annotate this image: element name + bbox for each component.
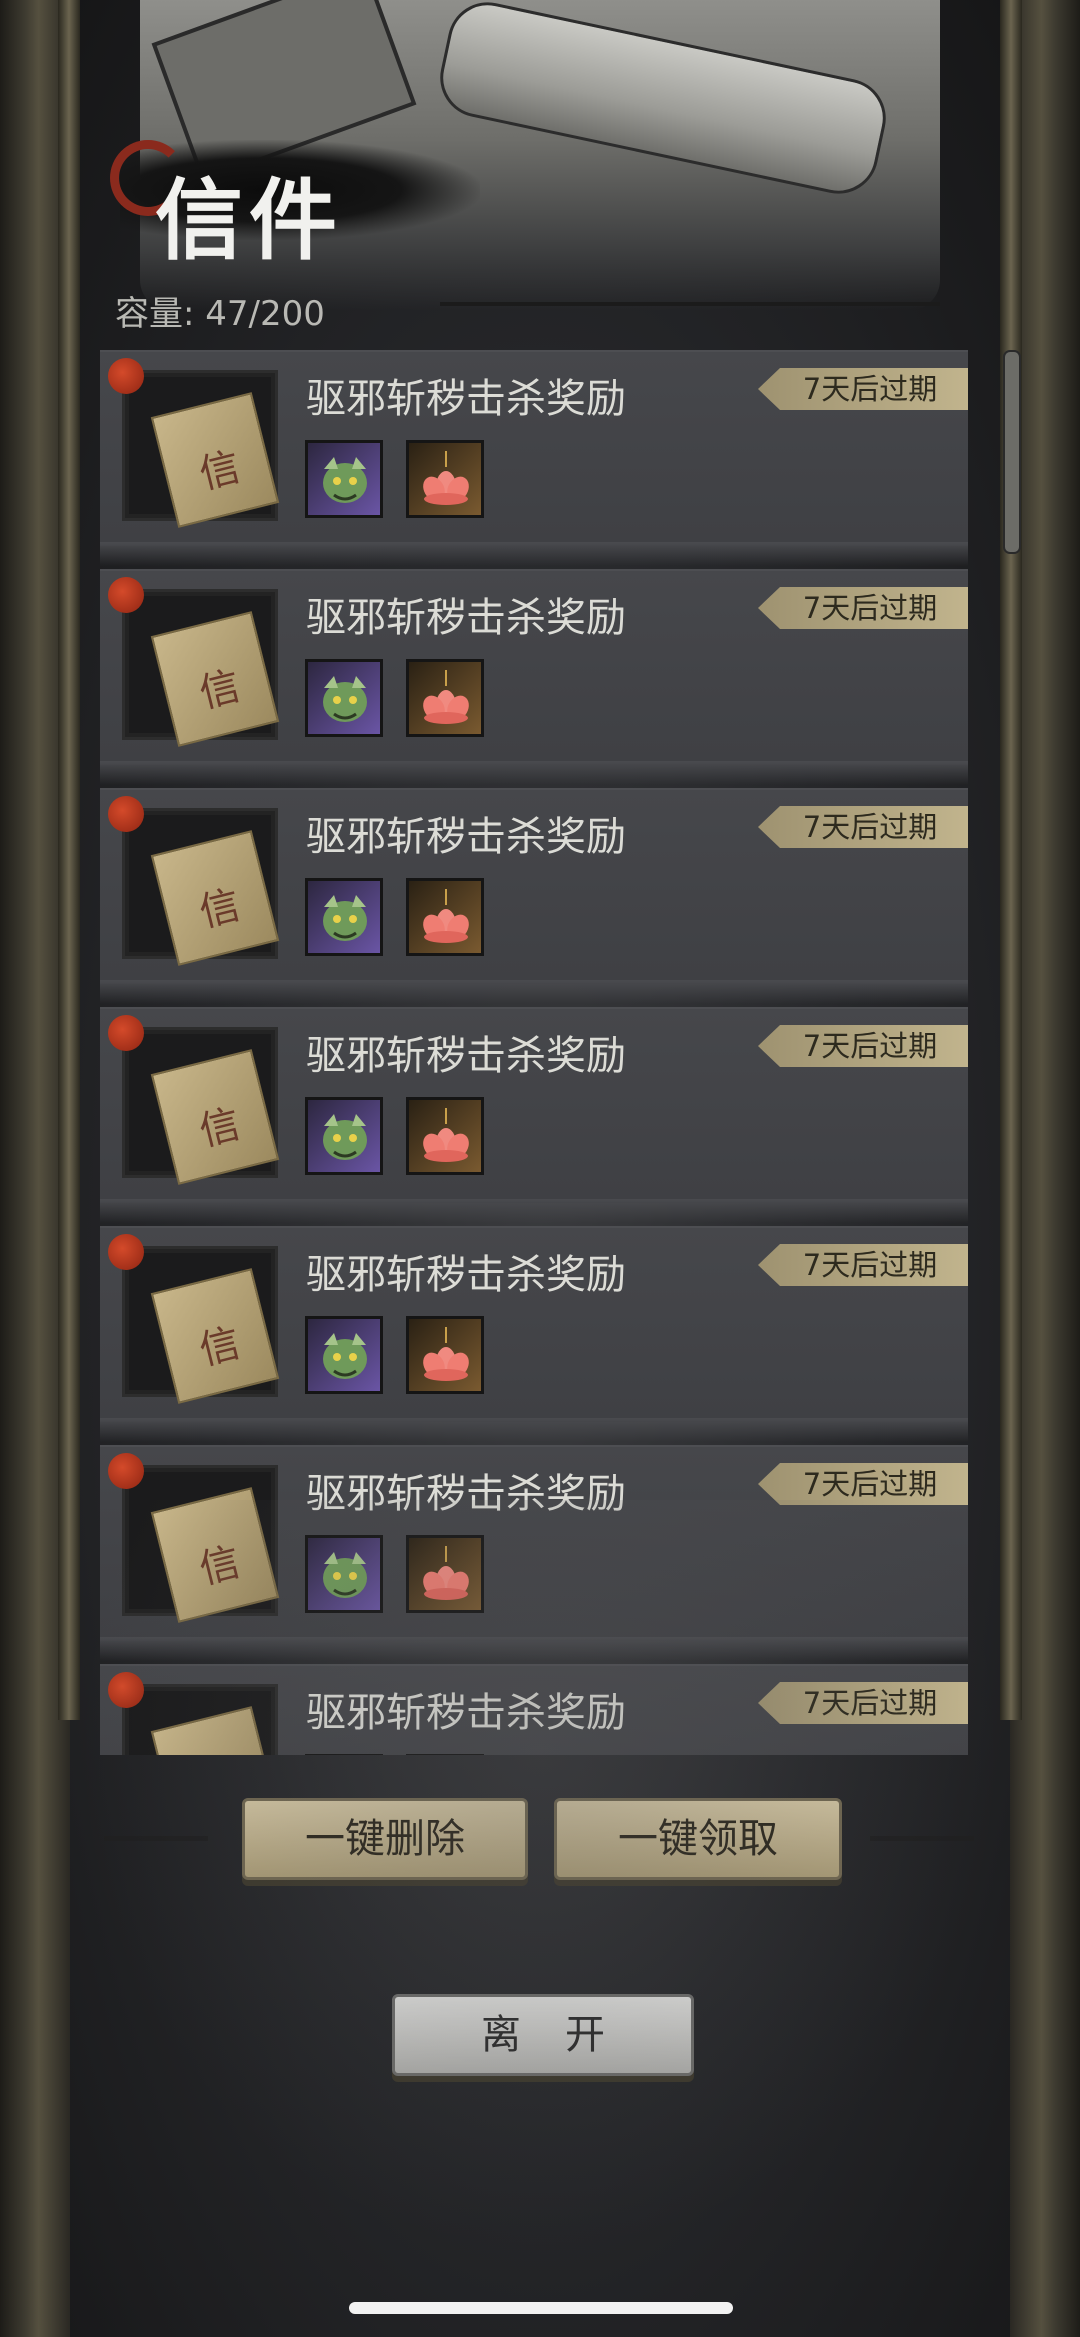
expiry-badge: 7天后过期 <box>758 587 968 629</box>
mail-title: 驱邪斩秽击杀奖励 <box>306 1033 626 1079</box>
dragon-mask-icon <box>323 895 367 941</box>
dragon-mask-icon <box>323 457 367 503</box>
left-pillar-inner <box>58 0 80 1720</box>
unread-seal-icon <box>108 358 144 394</box>
unread-seal-icon <box>108 1672 144 1708</box>
mail-item[interactable]: 驱邪斩秽击杀奖励 7天后过期 <box>100 788 968 1004</box>
expiry-badge: 7天后过期 <box>758 806 968 848</box>
lotus-icon <box>423 1108 469 1162</box>
dragon-mask-icon <box>323 676 367 722</box>
mail-title: 驱邪斩秽击杀奖励 <box>306 595 626 641</box>
delete-all-button[interactable]: 一键删除 <box>242 1798 528 1880</box>
header-divider <box>440 302 940 306</box>
page-title: 信件 <box>155 168 344 272</box>
unread-seal-icon <box>108 1453 144 1489</box>
capacity-text: 容量: 47/200 <box>115 286 325 335</box>
mail-separator <box>100 1199 968 1223</box>
letter-icon <box>150 392 280 528</box>
mail-title: 驱邪斩秽击杀奖励 <box>306 1471 626 1517</box>
mail-title: 驱邪斩秽击杀奖励 <box>306 814 626 860</box>
reward-slot-dragon[interactable] <box>305 1535 383 1613</box>
mail-title: 驱邪斩秽击杀奖励 <box>306 1690 626 1736</box>
letter-thumbnail <box>122 1027 280 1185</box>
lotus-icon <box>423 451 469 505</box>
mail-separator <box>100 1637 968 1661</box>
mail-list[interactable]: 驱邪斩秽击杀奖励 7天后过期 驱邪斩秽击杀奖励 7天后过期 <box>100 350 968 1755</box>
reward-slot-lotus[interactable] <box>406 440 484 518</box>
letter-thumbnail <box>122 1246 280 1404</box>
home-indicator[interactable] <box>349 2302 733 2314</box>
unread-seal-icon <box>108 1015 144 1051</box>
lotus-icon <box>423 1546 469 1600</box>
capacity-value: 47/200 <box>205 294 325 334</box>
leave-button[interactable]: 离开 <box>392 1994 694 2076</box>
letter-icon <box>150 1706 280 1755</box>
mail-title: 驱邪斩秽击杀奖励 <box>306 1252 626 1298</box>
reward-slot-dragon[interactable] <box>305 1754 383 1755</box>
letter-icon <box>150 1049 280 1185</box>
letter-thumbnail <box>122 589 280 747</box>
mail-separator <box>100 1418 968 1442</box>
letter-thumbnail <box>122 1465 280 1623</box>
right-divider <box>870 1836 974 1841</box>
letter-thumbnail <box>122 1684 280 1755</box>
letter-icon <box>150 830 280 966</box>
reward-slot-dragon[interactable] <box>305 440 383 518</box>
lotus-icon <box>423 889 469 943</box>
claim-all-button[interactable]: 一键领取 <box>554 1798 842 1880</box>
mail-item[interactable]: 驱邪斩秽击杀奖励 7天后过期 <box>100 569 968 785</box>
reward-slot-lotus[interactable] <box>406 659 484 737</box>
mail-list-scrollbar[interactable] <box>1003 350 1021 554</box>
scroll-illustration <box>432 0 894 202</box>
unread-seal-icon <box>108 1234 144 1270</box>
lotus-icon <box>423 670 469 724</box>
expiry-badge: 7天后过期 <box>758 1244 968 1286</box>
capacity-label: 容量: <box>115 294 195 334</box>
dragon-mask-icon <box>323 1552 367 1598</box>
mail-item[interactable]: 驱邪斩秽击杀奖励 7天后过期 <box>100 350 968 566</box>
letter-icon <box>150 1487 280 1623</box>
unread-seal-icon <box>108 796 144 832</box>
letter-icon <box>150 1268 280 1404</box>
left-divider <box>104 1836 208 1841</box>
right-pillar-inner <box>1000 0 1022 1720</box>
dragon-mask-icon <box>323 1114 367 1160</box>
reward-slot-dragon[interactable] <box>305 878 383 956</box>
expiry-badge: 7天后过期 <box>758 368 968 410</box>
mail-item[interactable]: 驱邪斩秽击杀奖励 7天后过期 <box>100 1664 968 1755</box>
mail-item[interactable]: 驱邪斩秽击杀奖励 7天后过期 <box>100 1007 968 1223</box>
expiry-badge: 7天后过期 <box>758 1025 968 1067</box>
mail-separator <box>100 980 968 1004</box>
letter-thumbnail <box>122 370 280 528</box>
expiry-badge: 7天后过期 <box>758 1682 968 1724</box>
reward-slot-dragon[interactable] <box>305 1316 383 1394</box>
mail-separator <box>100 542 968 566</box>
reward-slot-dragon[interactable] <box>305 659 383 737</box>
mail-separator <box>100 761 968 785</box>
reward-slot-lotus[interactable] <box>406 1535 484 1613</box>
reward-slot-lotus[interactable] <box>406 878 484 956</box>
mail-item[interactable]: 驱邪斩秽击杀奖励 7天后过期 <box>100 1445 968 1661</box>
letter-thumbnail <box>122 808 280 966</box>
reward-slot-lotus[interactable] <box>406 1097 484 1175</box>
lotus-icon <box>423 1327 469 1381</box>
unread-seal-icon <box>108 577 144 613</box>
mail-item[interactable]: 驱邪斩秽击杀奖励 7天后过期 <box>100 1226 968 1442</box>
mail-title: 驱邪斩秽击杀奖励 <box>306 376 626 422</box>
reward-slot-lotus[interactable] <box>406 1754 484 1755</box>
dragon-mask-icon <box>323 1333 367 1379</box>
reward-slot-dragon[interactable] <box>305 1097 383 1175</box>
reward-slot-lotus[interactable] <box>406 1316 484 1394</box>
letter-icon <box>150 611 280 747</box>
expiry-badge: 7天后过期 <box>758 1463 968 1505</box>
